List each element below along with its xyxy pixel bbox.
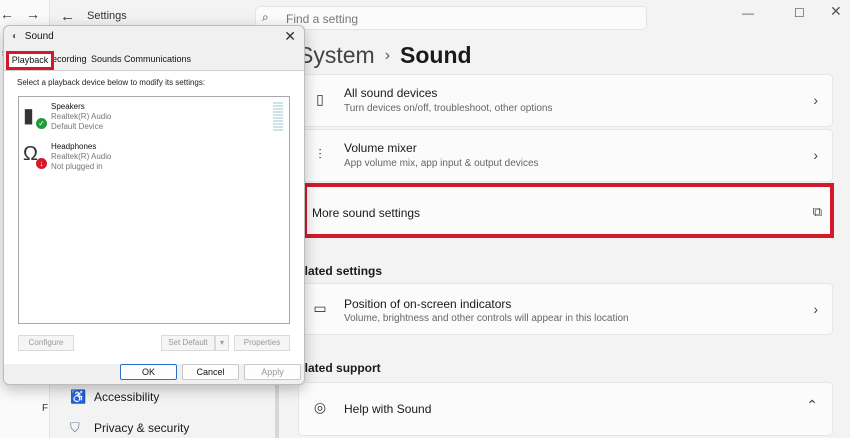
set-default-button[interactable]: Set Default [161, 335, 215, 351]
external-link-icon: ⧉ [812, 204, 822, 219]
sidebar-item-label: Privacy & security [94, 421, 190, 435]
search-icon: ⌕ [262, 10, 269, 24]
card-title: Help with Sound [344, 402, 432, 416]
shield-icon: ⛉ [70, 420, 80, 435]
tab-recording[interactable]: ecording [52, 54, 87, 64]
globe-icon: ◎ [313, 399, 327, 415]
forward-arrow-icon[interactable]: → [26, 6, 40, 22]
card-title: Volume mixer [344, 141, 417, 155]
device-driver: Realtek(R) Audio [51, 152, 112, 161]
chevron-right-icon: › [813, 92, 818, 108]
all-sound-devices-card[interactable]: ▯ All sound devices Turn devices on/off,… [298, 74, 833, 127]
background-text: F [42, 403, 49, 414]
onscreen-indicators-card[interactable]: ▭ Position of on-screen indicators Volum… [298, 283, 833, 335]
unplugged-icon: ↓ [36, 158, 47, 169]
default-check-icon: ✓ [36, 118, 47, 129]
sidebar-item-accessibility[interactable]: ♿ Accessibility [70, 389, 159, 405]
device-headphones[interactable]: Ω ↓ Headphones Realtek(R) Audio Not plug… [23, 141, 223, 177]
back-arrow-icon[interactable]: ← [60, 8, 75, 25]
ok-button[interactable]: OK [120, 364, 177, 380]
tab-playback[interactable]: Playback [6, 51, 54, 70]
close-icon[interactable]: ✕ [830, 3, 842, 20]
sidebar-item-label: Accessibility [94, 390, 160, 404]
window-title: Settings [87, 10, 127, 22]
dialog-title: ◐ Sound [12, 31, 54, 42]
cancel-button[interactable]: Cancel [182, 364, 239, 380]
chevron-down-icon[interactable]: ▾ [215, 335, 229, 351]
card-subtitle: App volume mix, app input & output devic… [344, 158, 539, 169]
accessibility-icon: ♿ [70, 389, 87, 404]
dialog-footer: OK Cancel Apply [4, 364, 304, 384]
chevron-right-icon: › [813, 301, 818, 317]
speaker-icon: ▯ [316, 91, 324, 107]
close-icon[interactable]: ✕ [284, 28, 296, 45]
breadcrumb: System › Sound [298, 42, 472, 69]
tab-strip: ecording Sounds Communications Playback [4, 51, 304, 71]
device-driver: Realtek(R) Audio [51, 112, 112, 121]
sound-dialog: ◐ Sound ✕ ecording Sounds Communications… [3, 25, 305, 385]
tab-communications[interactable]: Communications [124, 54, 191, 64]
minimize-icon[interactable]: — [742, 6, 754, 20]
card-title: All sound devices [344, 86, 438, 100]
properties-button[interactable]: Properties [234, 335, 290, 351]
playback-panel: Select a playback device below to modify… [4, 70, 304, 364]
volume-mixer-card[interactable]: ⫶ Volume mixer App volume mix, app input… [298, 129, 833, 182]
card-title: More sound settings [312, 206, 421, 220]
maximize-icon[interactable]: ☐ [794, 6, 805, 20]
sidebar: ♿ Accessibility ⛉ Privacy & security [50, 380, 275, 438]
device-name: Headphones [51, 142, 97, 151]
instruction-text: Select a playback device below to modify… [17, 78, 206, 87]
sidebar-item-privacy[interactable]: ⛉ Privacy & security [70, 420, 189, 436]
volume-meter [273, 102, 283, 132]
more-sound-settings-card[interactable]: More sound settings ⧉ [303, 183, 834, 238]
speaker-icon: ◐ [12, 31, 19, 42]
page-title: Sound [400, 42, 472, 68]
help-with-sound-card[interactable]: ◎ Help with Sound ⌃ [298, 382, 833, 436]
chevron-up-icon[interactable]: ⌃ [806, 397, 818, 414]
divider [275, 380, 279, 438]
chevron-right-icon: › [384, 47, 391, 64]
device-status: Default Device [51, 122, 104, 131]
card-subtitle: Turn devices on/off, troubleshoot, other… [344, 103, 553, 114]
search-placeholder: Find a setting [286, 12, 359, 26]
card-subtitle: Volume, brightness and other controls wi… [344, 313, 629, 324]
search-input[interactable]: ⌕ Find a setting [255, 6, 647, 30]
device-speakers[interactable]: ▮ ✓ Speakers Realtek(R) Audio Default De… [23, 101, 223, 137]
breadcrumb-parent[interactable]: System [298, 42, 375, 68]
device-list[interactable]: ▮ ✓ Speakers Realtek(R) Audio Default De… [18, 96, 290, 324]
mixer-icon: ⫶ [318, 146, 322, 162]
display-icon: ▭ [313, 300, 327, 316]
chevron-right-icon: › [813, 147, 818, 163]
device-status: Not plugged in [51, 162, 103, 171]
tab-sounds[interactable]: Sounds [91, 54, 122, 64]
apply-button[interactable]: Apply [244, 364, 301, 380]
dialog-title-text: Sound [24, 31, 54, 42]
related-settings-heading: elated settings [298, 264, 383, 278]
back-arrow-icon[interactable]: ← [0, 6, 14, 22]
configure-button[interactable]: Configure [18, 335, 74, 351]
device-name: Speakers [51, 102, 85, 111]
card-title: Position of on-screen indicators [344, 297, 512, 311]
related-support-heading: elated support [298, 361, 381, 375]
